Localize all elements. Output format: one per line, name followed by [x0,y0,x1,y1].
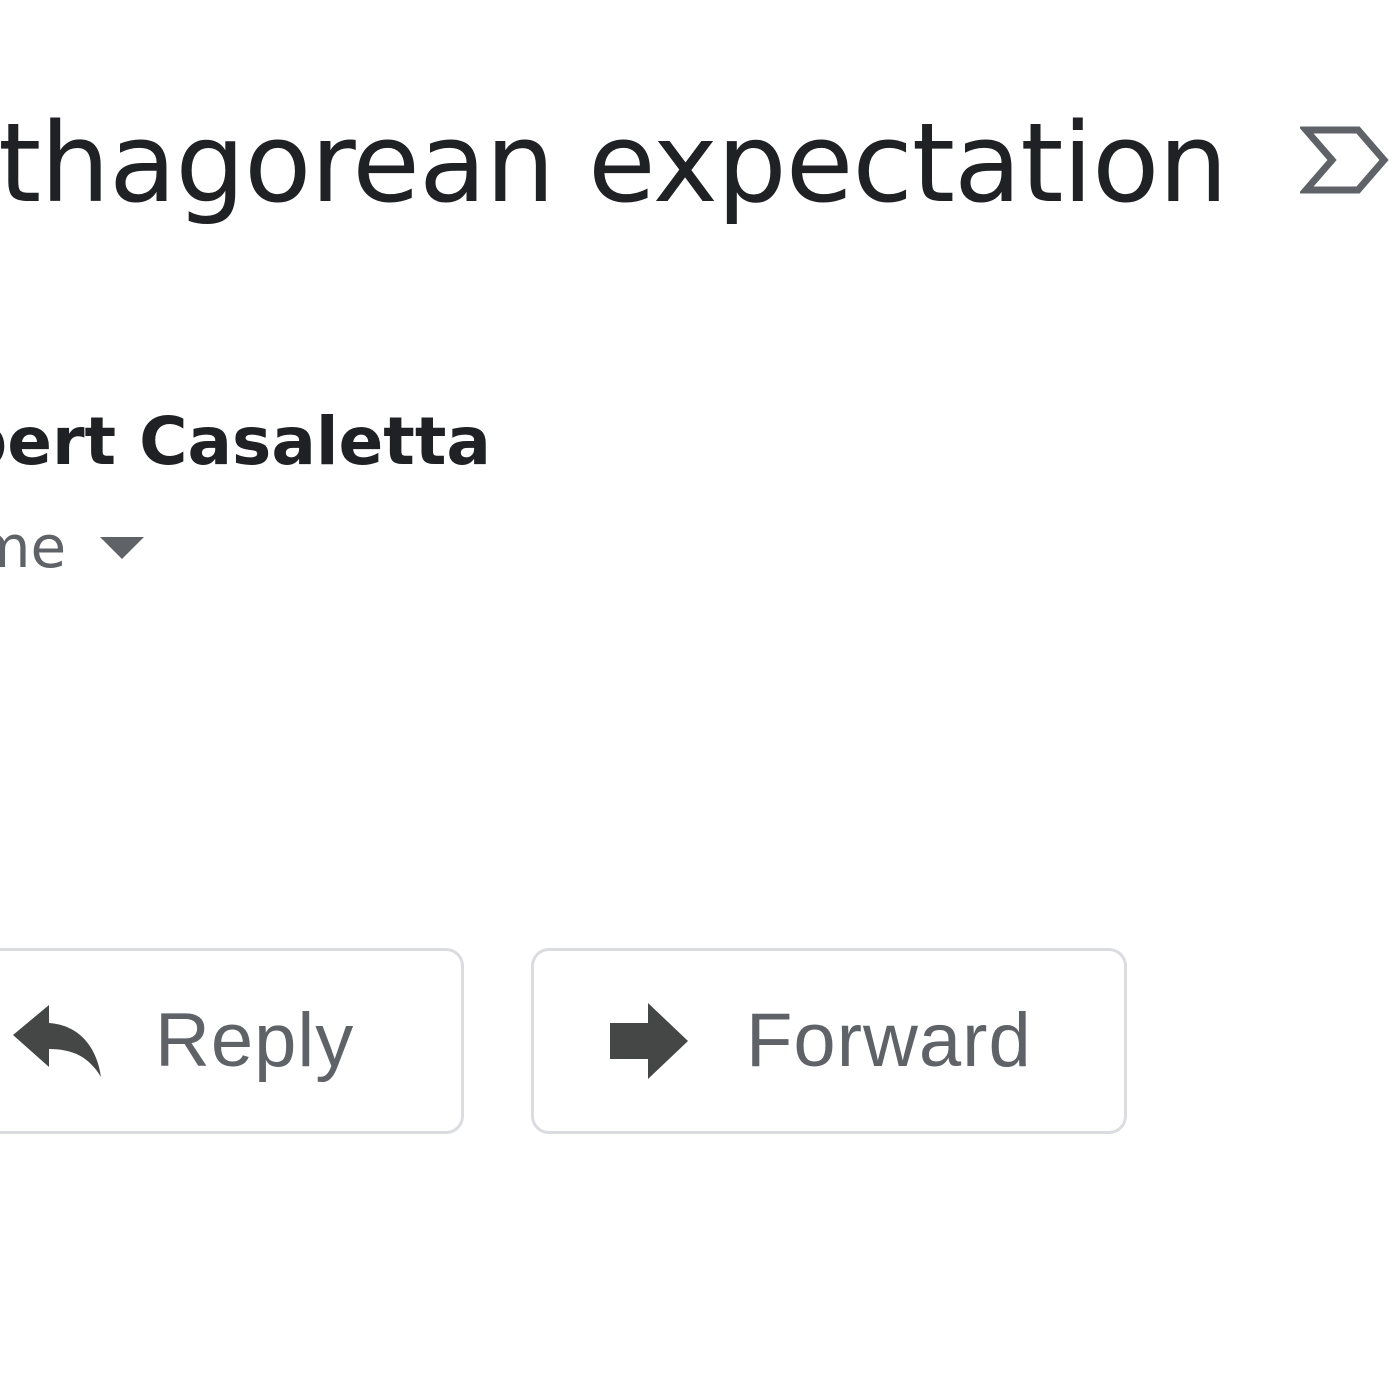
forward-button-label: Forward [746,998,1032,1083]
email-subject: ythagorean expectation [0,99,1228,227]
forward-arrow-icon [610,1003,688,1079]
recipients-text: me [0,513,67,581]
caret-down-icon[interactable] [100,537,145,561]
reply-arrow-icon [13,1005,101,1077]
sender-name[interactable]: bert Casaletta [0,400,491,484]
reply-button[interactable]: Reply [0,948,464,1134]
forward-button[interactable]: Forward [531,948,1127,1134]
reply-button-label: Reply [155,998,355,1083]
email-message-view: ythagorean expectation bert Casaletta me… [0,0,1400,1400]
recipients-row: me [0,512,145,582]
important-label-outline-icon[interactable] [1300,124,1392,196]
